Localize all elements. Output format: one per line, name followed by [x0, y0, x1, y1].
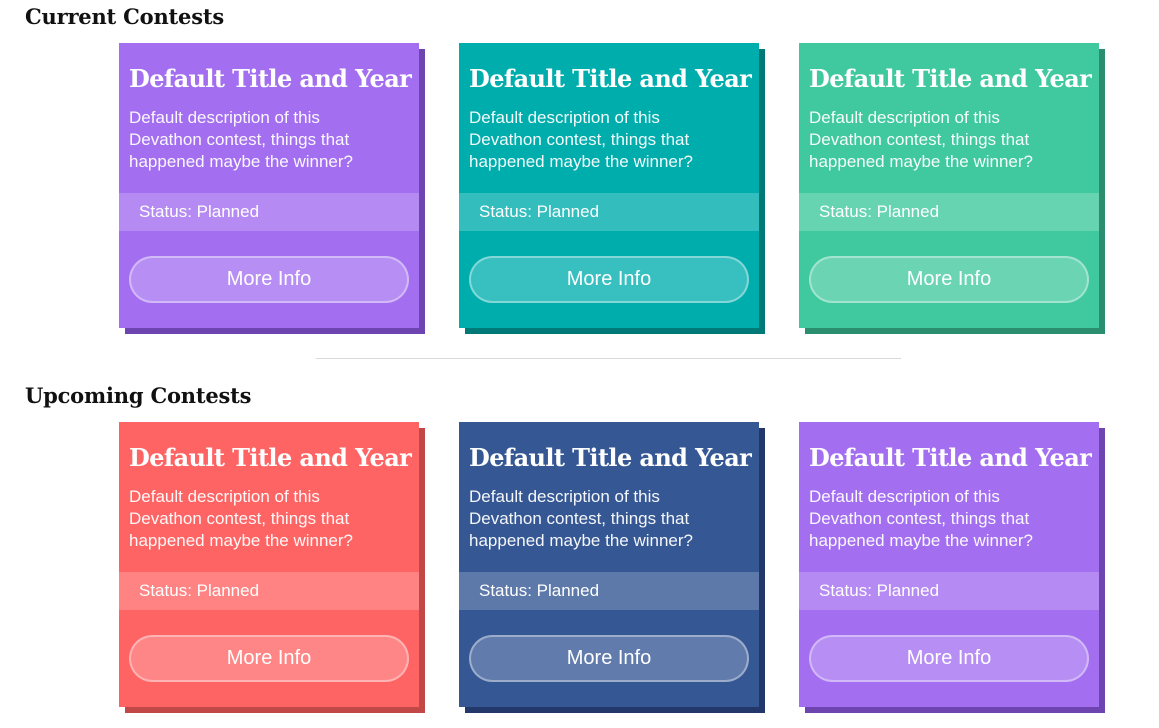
contest-status-label: Status: Planned — [119, 193, 419, 231]
upcoming-contests-cards: Default Title and Year Default descripti… — [119, 422, 1099, 707]
current-contests-heading: Current Contests — [25, 4, 224, 29]
contest-status-label: Status: Planned — [459, 193, 759, 231]
contest-card-title: Default Title and Year — [809, 64, 1092, 93]
upcoming-contests-heading: Upcoming Contests — [25, 383, 252, 408]
contest-status-label: Status: Planned — [119, 572, 419, 610]
more-info-button[interactable]: More Info — [809, 256, 1089, 303]
contest-card-title: Default Title and Year — [809, 443, 1092, 472]
more-info-button[interactable]: More Info — [809, 635, 1089, 682]
contest-card: Default Title and Year Default descripti… — [119, 422, 419, 707]
contest-status-label: Status: Planned — [459, 572, 759, 610]
more-info-button[interactable]: More Info — [129, 635, 409, 682]
contest-card-title: Default Title and Year — [129, 64, 412, 93]
more-info-button[interactable]: More Info — [469, 635, 749, 682]
contest-card-description: Default description of this Devathon con… — [129, 487, 353, 550]
contest-card-description: Default description of this Devathon con… — [809, 487, 1033, 550]
current-contests-cards: Default Title and Year Default descripti… — [119, 43, 1099, 328]
contest-card-title: Default Title and Year — [129, 443, 412, 472]
more-info-button[interactable]: More Info — [129, 256, 409, 303]
contest-status-label: Status: Planned — [799, 193, 1099, 231]
contest-card-title: Default Title and Year — [469, 443, 752, 472]
contest-card: Default Title and Year Default descripti… — [799, 422, 1099, 707]
contest-card-description: Default description of this Devathon con… — [469, 487, 693, 550]
contest-card-description: Default description of this Devathon con… — [809, 108, 1033, 171]
contest-card: Default Title and Year Default descripti… — [459, 422, 759, 707]
contest-card-description: Default description of this Devathon con… — [469, 108, 693, 171]
more-info-button[interactable]: More Info — [469, 256, 749, 303]
contest-card: Default Title and Year Default descripti… — [459, 43, 759, 328]
section-divider — [316, 358, 901, 359]
contest-card-description: Default description of this Devathon con… — [129, 108, 353, 171]
contest-card-title: Default Title and Year — [469, 64, 752, 93]
contest-status-label: Status: Planned — [799, 572, 1099, 610]
contest-card: Default Title and Year Default descripti… — [799, 43, 1099, 328]
contest-card: Default Title and Year Default descripti… — [119, 43, 419, 328]
